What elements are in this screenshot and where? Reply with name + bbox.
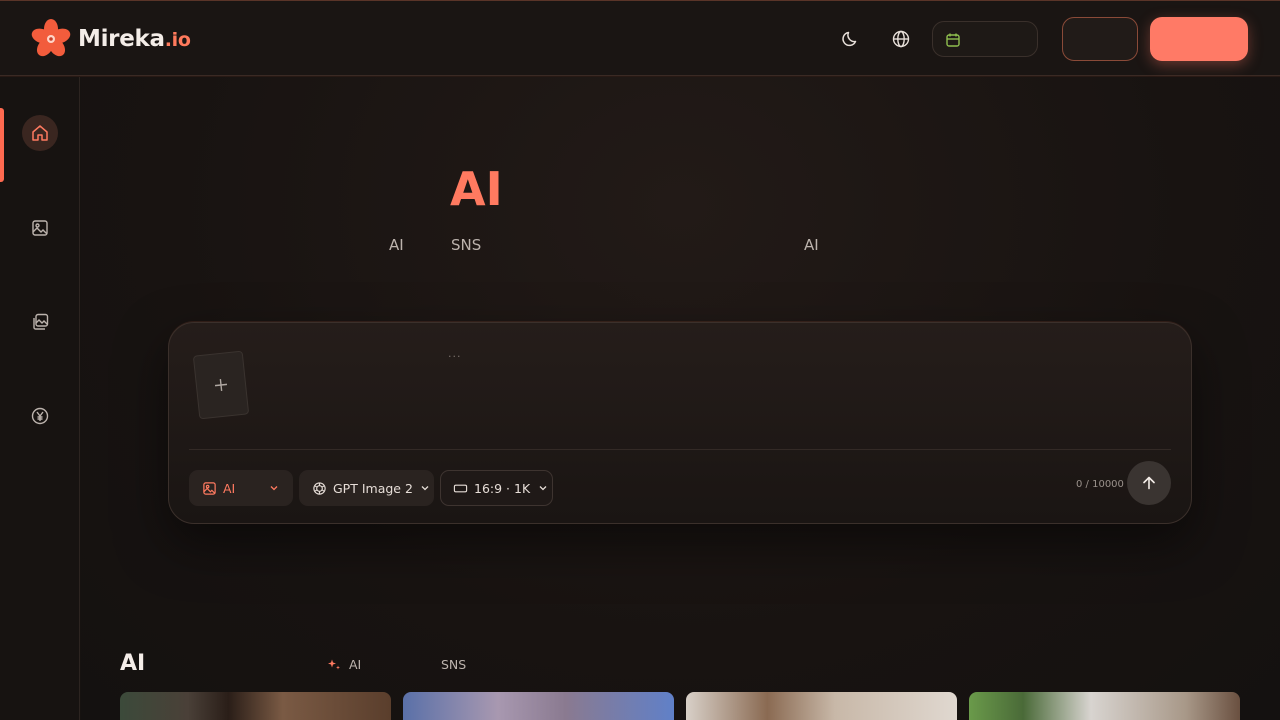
image-icon	[32, 220, 48, 236]
gallery-thumbnail[interactable]	[120, 692, 391, 720]
top-header: Mireka.io	[0, 0, 1280, 76]
hero-subtitle-part: SNS	[451, 236, 482, 254]
aspect-ratio-icon	[453, 484, 468, 492]
plus-icon	[214, 378, 228, 392]
mode-select[interactable]: AI	[189, 470, 293, 506]
hero-subtitle-part: AI	[389, 236, 404, 254]
gallery-tab-sns[interactable]: SNS	[441, 657, 466, 672]
gallery-tab-label: AI	[349, 657, 362, 672]
image-icon	[203, 481, 216, 495]
sidebar-item-gallery[interactable]	[22, 304, 58, 340]
yen-coin-icon	[31, 407, 49, 425]
credits-button[interactable]	[932, 21, 1038, 57]
brand-name: Mireka.io	[78, 26, 191, 52]
upload-image-button[interactable]	[192, 350, 250, 420]
gallery-tab-label: SNS	[441, 657, 467, 672]
signup-button[interactable]	[1150, 17, 1248, 61]
gallery-thumbnail[interactable]	[686, 692, 957, 720]
gallery-tab-ai[interactable]: AI	[327, 657, 361, 672]
brand-logo[interactable]: Mireka.io	[30, 19, 191, 59]
moon-icon[interactable]	[841, 29, 861, 49]
prompt-input[interactable]: ...	[448, 347, 462, 360]
globe-icon[interactable]	[891, 29, 911, 49]
ratio-label: 16:9 · 1K	[474, 480, 531, 496]
openai-icon	[313, 481, 326, 495]
hero-title: AI	[450, 162, 503, 216]
mode-label: AI	[223, 480, 236, 496]
chevron-down-icon	[539, 486, 547, 491]
arrow-up-icon	[1143, 476, 1155, 490]
sidebar-item-images[interactable]	[22, 210, 58, 246]
model-select[interactable]: GPT Image 2	[299, 470, 434, 506]
home-icon	[32, 125, 48, 141]
model-label: GPT Image 2	[333, 480, 413, 496]
hero-subtitle-part: AI	[804, 236, 819, 254]
gallery-icon	[33, 313, 49, 330]
card-divider	[189, 449, 1171, 450]
sakura-logo-icon	[31, 19, 71, 57]
sidebar-active-indicator	[0, 108, 4, 182]
sparkle-icon	[328, 659, 340, 669]
send-button[interactable]	[1127, 461, 1171, 505]
aspect-ratio-select[interactable]: 16:9 · 1K	[440, 470, 553, 506]
login-button[interactable]	[1062, 17, 1138, 61]
prompt-card: ... AI GPT Image 2 16:9 · 1K 0 / 10000	[168, 322, 1192, 524]
character-counter: 0 / 10000	[1076, 479, 1124, 490]
chevron-down-icon	[421, 486, 429, 491]
calendar-icon	[946, 33, 960, 47]
chevron-down-icon	[270, 486, 278, 491]
sidebar	[0, 77, 80, 720]
sidebar-item-home[interactable]	[22, 115, 58, 151]
gallery-title: AI	[120, 651, 146, 676]
gallery-thumbnail[interactable]	[969, 692, 1240, 720]
sidebar-item-pricing[interactable]	[22, 398, 58, 434]
gallery-thumbnail[interactable]	[403, 692, 674, 720]
